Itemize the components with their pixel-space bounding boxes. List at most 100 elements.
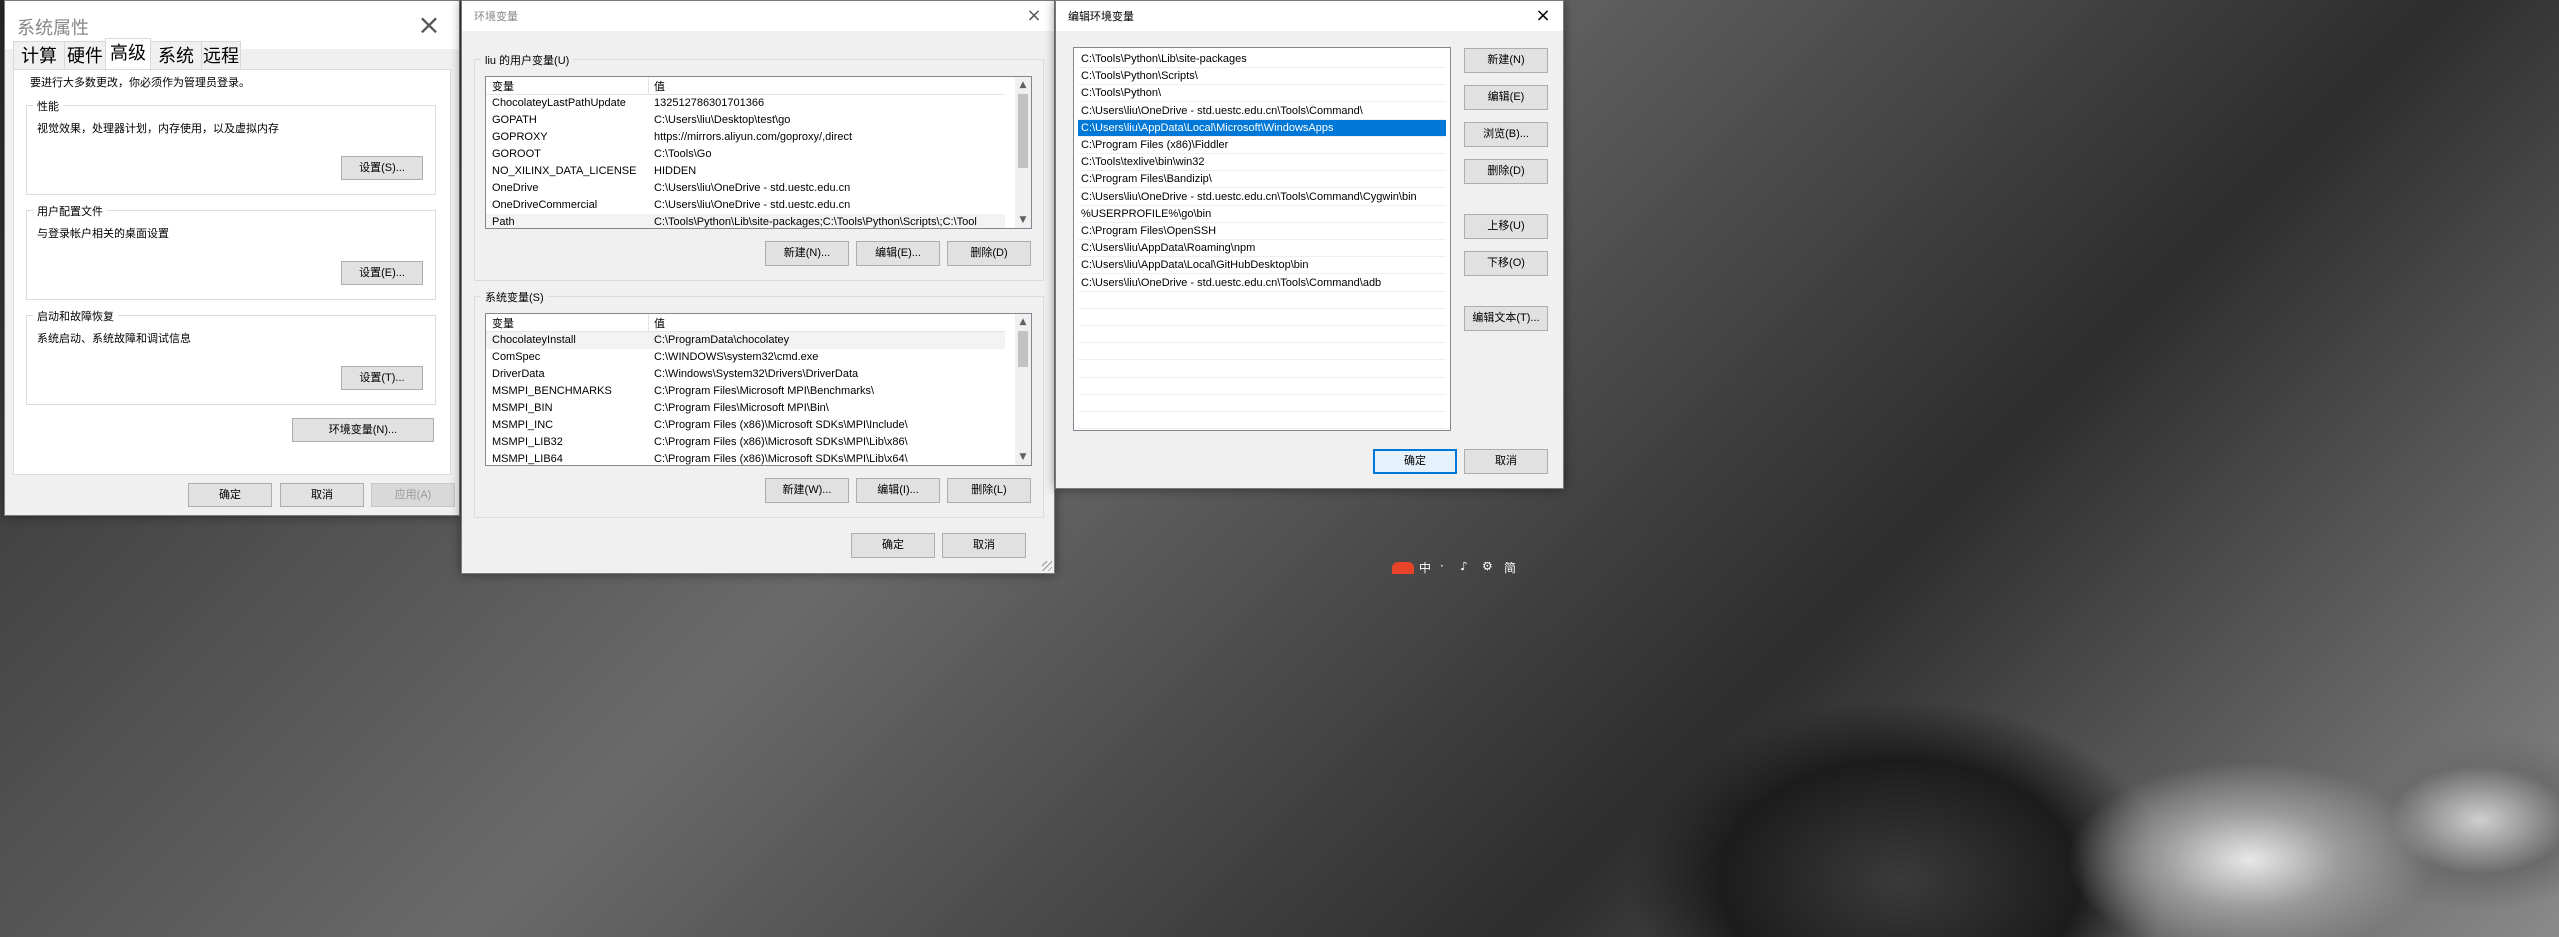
table-row[interactable]: OneDrive C:\Users\liu\OneDrive - std.uest… [486, 180, 1005, 197]
list-item[interactable]: C:\Program Files (x86)\Fiddler [1078, 137, 1446, 154]
vertical-scrollbar[interactable]: ▲ ▼ [1015, 77, 1031, 228]
list-item[interactable]: C:\Program Files\Bandizip\ [1078, 171, 1446, 189]
punctuation-icon[interactable]: · [1440, 562, 1444, 573]
tab-hardware[interactable]: 硬件 [64, 41, 106, 70]
list-item[interactable]: C:\Users\liu\AppData\Roaming\npm [1078, 240, 1446, 258]
column-variable[interactable]: 变量 [492, 78, 514, 94]
move-down-button[interactable]: 下移(O) [1464, 251, 1548, 276]
system-new-button[interactable]: 新建(W)... [765, 478, 849, 503]
tab-system-protection[interactable]: 系统保护 [150, 41, 202, 94]
list-item[interactable]: C:\Users\liu\AppData\Local\GitHubDesktop… [1078, 257, 1446, 275]
close-icon[interactable]: × [399, 1, 459, 49]
browse-button[interactable]: 浏览(B)... [1464, 122, 1548, 147]
titlebar[interactable]: 环境变量 × [462, 1, 1054, 31]
list-item[interactable] [1078, 292, 1446, 309]
list-item[interactable] [1078, 309, 1446, 326]
table-row[interactable]: MSMPI_BIN C:\Program Files\Microsoft MPI\… [486, 400, 1005, 417]
column-value[interactable]: 值 [654, 315, 665, 331]
environment-variables-button[interactable]: 环境变量(N)... [292, 418, 434, 442]
list-item[interactable] [1078, 361, 1446, 378]
table-row[interactable]: NO_XILINX_DATA_LICENSE HIDDEN [486, 163, 1005, 180]
settings-icon[interactable]: ⚙ [1482, 562, 1493, 573]
list-item[interactable] [1078, 343, 1446, 361]
variable-name: OneDriveCommercial [492, 199, 598, 211]
close-icon[interactable]: × [1014, 1, 1054, 31]
list-item[interactable]: C:\Tools\Python\Lib\site-packages [1078, 51, 1446, 68]
delete-button[interactable]: 删除(D) [1464, 159, 1548, 184]
tab-computer-name[interactable]: 计算机名 [13, 41, 65, 94]
table-row[interactable]: ChocolateyLastPathUpdate 1325127863017013… [486, 95, 1005, 112]
user-new-button[interactable]: 新建(N)... [765, 241, 849, 266]
system-variables-list[interactable]: 变量 值 ChocolateyInstall C:\ProgramData\cho… [485, 313, 1032, 466]
variable-name: MSMPI_INC [492, 419, 554, 431]
list-item[interactable]: C:\Users\liu\OneDrive - std.uestc.edu.cn… [1078, 275, 1446, 292]
scroll-up-icon[interactable]: ▲ [1015, 77, 1031, 93]
list-item[interactable]: C:\Program Files\OpenSSH [1078, 223, 1446, 240]
table-row[interactable]: MSMPI_INC C:\Program Files (x86)\Microsof… [486, 417, 1005, 434]
column-variable[interactable]: 变量 [492, 315, 514, 331]
edit-text-button[interactable]: 编辑文本(T)... [1464, 306, 1548, 331]
edit-button[interactable]: 编辑(E) [1464, 85, 1548, 110]
list-item[interactable] [1078, 395, 1446, 412]
list-item[interactable]: C:\Users\liu\OneDrive - std.uestc.edu.cn… [1078, 103, 1446, 120]
tab-remote[interactable]: 远程 [201, 41, 241, 70]
performance-settings-button[interactable]: 设置(S)... [341, 156, 423, 180]
table-row[interactable]: GOPROXY https://mirrors.aliyun.com/goprox… [486, 129, 1005, 146]
table-row[interactable]: ComSpec C:\WINDOWS\system32\cmd.exe [486, 349, 1005, 366]
vertical-scrollbar[interactable]: ▲ ▼ [1015, 314, 1031, 465]
voice-icon[interactable]: ♪ [1460, 562, 1468, 573]
table-row[interactable]: MSMPI_BENCHMARKS C:\Program Files\Microso… [486, 383, 1005, 400]
system-edit-button[interactable]: 编辑(I)... [856, 478, 940, 503]
startup-recovery-settings-button[interactable]: 设置(T)... [341, 366, 423, 390]
variable-value: C:\Tools\Go [654, 148, 712, 160]
cancel-button[interactable]: 取消 [942, 533, 1026, 558]
simplified-icon[interactable]: 简 [1504, 562, 1516, 574]
list-item[interactable] [1078, 326, 1446, 344]
list-item[interactable]: C:\Tools\texlive\bin\win32 [1078, 154, 1446, 172]
scroll-down-icon[interactable]: ▼ [1015, 212, 1031, 228]
column-separator[interactable] [648, 77, 649, 94]
list-item[interactable] [1078, 412, 1446, 430]
new-button[interactable]: 新建(N) [1464, 48, 1548, 73]
list-item[interactable]: C:\Users\liu\OneDrive - std.uestc.edu.cn… [1078, 189, 1446, 206]
titlebar[interactable]: 编辑环境变量 × [1056, 1, 1563, 31]
tab-advanced[interactable]: 高级 [105, 38, 151, 71]
user-delete-button[interactable]: 删除(D) [947, 241, 1031, 266]
user-profile-settings-button[interactable]: 设置(E)... [341, 261, 423, 285]
list-item[interactable]: C:\Tools\Python\Scripts\ [1078, 68, 1446, 86]
list-item[interactable]: %USERPROFILE%\go\bin [1078, 206, 1446, 223]
table-row[interactable]: MSMPI_LIB64 C:\Program Files (x86)\Micros… [486, 451, 1005, 465]
list-item[interactable] [1078, 378, 1446, 395]
path-list[interactable]: C:\Tools\Python\Lib\site-packages C:\Tool… [1073, 47, 1451, 431]
list-item[interactable]: C:\Tools\Python\ [1078, 85, 1446, 103]
cancel-button[interactable]: 取消 [280, 483, 364, 507]
table-row[interactable]: OneDriveCommercial C:\Users\liu\OneDrive … [486, 197, 1005, 214]
column-separator[interactable] [648, 314, 649, 331]
table-row[interactable]: MSMPI_LIB32 C:\Program Files (x86)\Micros… [486, 434, 1005, 451]
ime-logo-icon[interactable] [1392, 562, 1414, 574]
scroll-up-icon[interactable]: ▲ [1015, 314, 1031, 330]
ok-button[interactable]: 确定 [188, 483, 272, 507]
scroll-down-icon[interactable]: ▼ [1015, 449, 1031, 465]
column-value[interactable]: 值 [654, 78, 665, 94]
table-row[interactable]: DriverData C:\Windows\System32\Drivers\Dr… [486, 366, 1005, 383]
resize-grip[interactable] [1042, 561, 1052, 571]
user-edit-button[interactable]: 编辑(E)... [856, 241, 940, 266]
cancel-button[interactable]: 取消 [1464, 449, 1548, 474]
scroll-thumb[interactable] [1018, 331, 1028, 367]
list-item[interactable]: C:\Users\liu\AppData\Local\Microsoft\Win… [1078, 119, 1446, 137]
close-icon[interactable]: × [1523, 1, 1563, 31]
user-variables-list[interactable]: 变量 值 ChocolateyLastPathUpdate 13251278630… [485, 76, 1032, 229]
table-row[interactable]: ChocolateyInstall C:\ProgramData\chocolat… [486, 332, 1005, 349]
ime-chinese-icon[interactable]: 中 [1419, 562, 1431, 574]
ok-button[interactable]: 确定 [1373, 449, 1457, 474]
move-up-button[interactable]: 上移(U) [1464, 214, 1548, 239]
apply-button[interactable]: 应用(A) [371, 483, 455, 507]
scroll-thumb[interactable] [1018, 94, 1028, 168]
variable-value: C:\Users\liu\Desktop\test\go [654, 114, 791, 126]
table-row[interactable]: GOROOT C:\Tools\Go [486, 146, 1005, 163]
ok-button[interactable]: 确定 [851, 533, 935, 558]
table-row[interactable]: GOPATH C:\Users\liu\Desktop\test\go [486, 112, 1005, 129]
table-row[interactable]: Path C:\Tools\Python\Lib\site-packages;C:… [486, 214, 1005, 228]
system-delete-button[interactable]: 删除(L) [947, 478, 1031, 503]
